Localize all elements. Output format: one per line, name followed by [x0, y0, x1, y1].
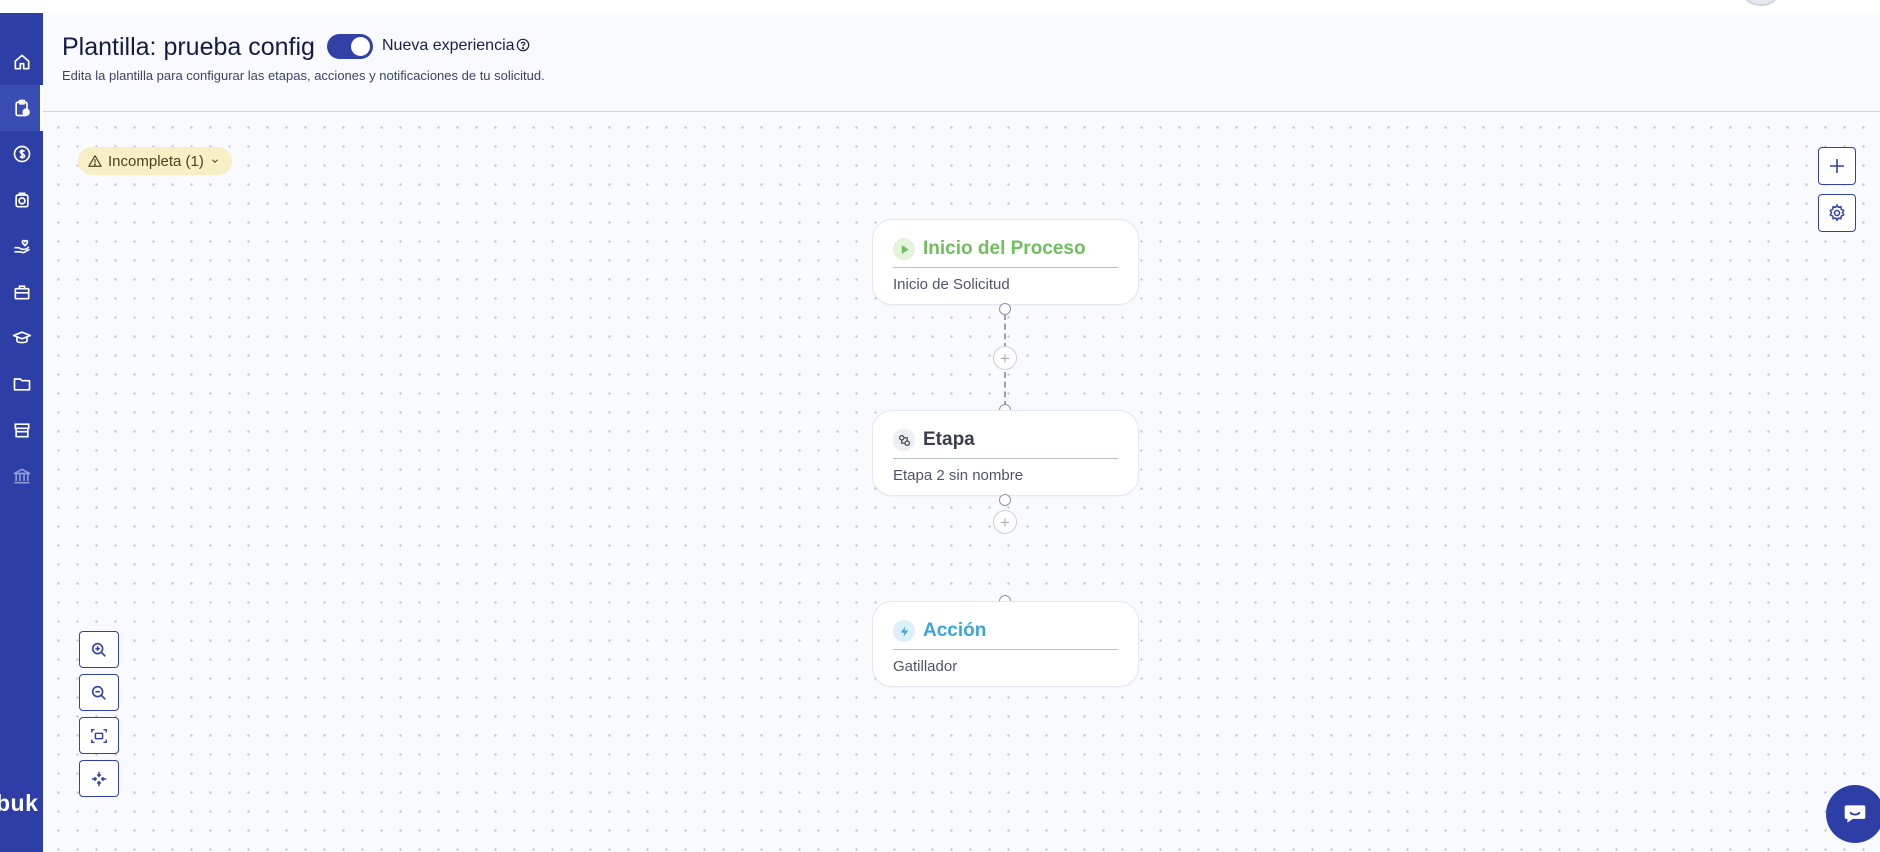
node-subtitle: Etapa 2 sin nombre [893, 467, 1024, 484]
add-step-button[interactable]: + [993, 346, 1017, 370]
graduation-cap-icon [12, 331, 31, 344]
sidebar-item-training[interactable] [0, 315, 43, 361]
sidebar-item-support[interactable] [0, 177, 43, 223]
new-experience-label: Nueva experiencia [382, 37, 515, 54]
zoom-out-icon [91, 685, 106, 700]
sidebar-item-jobs[interactable] [0, 269, 43, 315]
top-bar [0, 0, 1880, 14]
add-step-button[interactable]: + [993, 510, 1017, 534]
dollar-icon [13, 145, 30, 163]
sidebar-item-benefits[interactable] [0, 223, 43, 269]
flow-node-start[interactable]: Inicio del Proceso Inicio de Solicitud [872, 219, 1139, 305]
store-icon [14, 423, 29, 438]
sidebar-item-bank[interactable] [0, 453, 43, 499]
page-subtitle: Edita la plantilla para configurar las e… [62, 68, 545, 83]
sidebar-item-home[interactable] [0, 39, 43, 85]
page-title: Plantilla: prueba config [62, 33, 315, 61]
toggle-knob [351, 37, 370, 56]
node-subtitle: Gatillador [893, 658, 958, 675]
node-handle[interactable] [999, 303, 1011, 315]
lightning-icon [893, 620, 915, 642]
page-header: Plantilla: prueba config Nueva experienc… [43, 13, 1880, 112]
folder-icon [13, 378, 30, 391]
center-view-button[interactable] [79, 760, 119, 797]
hand-heart-icon [14, 239, 30, 254]
sidebar-item-store[interactable] [0, 407, 43, 453]
avatar[interactable] [1744, 0, 1778, 6]
bank-icon [13, 468, 30, 484]
status-badge[interactable]: Incompleta (1) [78, 147, 232, 175]
home-icon [14, 54, 29, 70]
briefcase-icon [14, 285, 29, 300]
plus-icon [1830, 159, 1844, 173]
clipboard-icon [14, 99, 30, 117]
sidebar-item-requests[interactable] [0, 85, 43, 131]
collapse-arrows-icon [91, 771, 107, 786]
flow-node-action[interactable]: Acción Gatillador [872, 601, 1139, 687]
flow-node-stage[interactable]: Etapa Etapa 2 sin nombre [872, 410, 1139, 496]
settings-button[interactable] [1818, 194, 1856, 232]
zoom-in-icon [91, 642, 106, 657]
node-subtitle: Inicio de Solicitud [893, 276, 1010, 293]
chat-button[interactable] [1826, 785, 1880, 843]
gear-icon [1829, 203, 1845, 222]
chat-bubble-icon [1844, 805, 1866, 823]
node-header: Inicio del Proceso [893, 231, 1118, 268]
sidebar-logo: buk [0, 790, 39, 816]
zoom-out-button[interactable] [79, 674, 119, 711]
fit-view-button[interactable] [79, 717, 119, 754]
fit-view-icon [91, 728, 107, 743]
status-badge-label: Incompleta (1) [108, 152, 204, 170]
sidebar: buk [0, 13, 43, 852]
node-header: Etapa [893, 422, 1118, 459]
node-header: Acción [893, 613, 1118, 650]
node-title: Etapa [923, 429, 975, 450]
node-title: Acción [923, 620, 987, 641]
lifebuoy-icon [14, 192, 29, 208]
sidebar-item-payments[interactable] [0, 131, 43, 177]
zoom-in-button[interactable] [79, 631, 119, 668]
new-experience-toggle[interactable] [327, 34, 373, 59]
help-icon[interactable] [516, 38, 530, 52]
play-icon [893, 238, 915, 260]
add-node-button[interactable] [1818, 147, 1856, 185]
stage-icon [893, 429, 915, 451]
chevron-down-icon [212, 159, 218, 163]
node-handle[interactable] [999, 494, 1011, 506]
node-title: Inicio del Proceso [923, 238, 1086, 259]
sidebar-item-documents[interactable] [0, 361, 43, 407]
warning-icon [88, 155, 102, 167]
